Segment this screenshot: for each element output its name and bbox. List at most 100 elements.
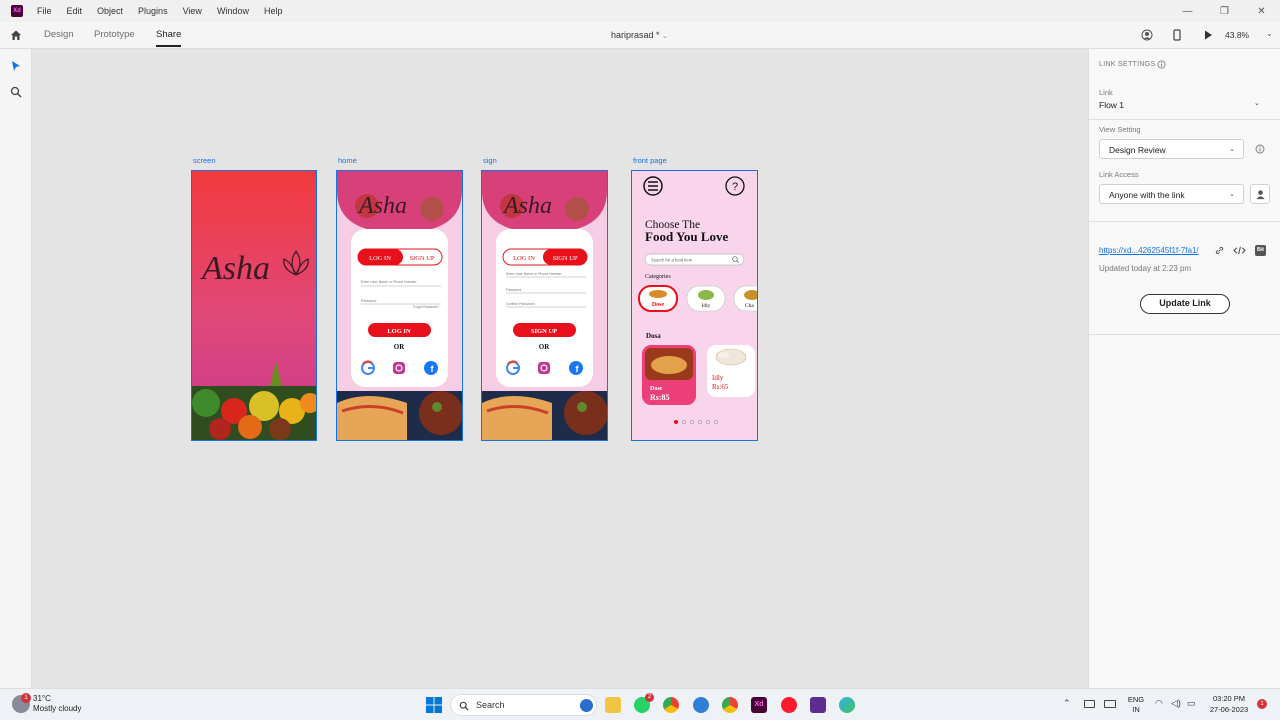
category-chip-cha[interactable]: Cha [733, 285, 757, 312]
windows-taskbar: 1 31°C Mostly cloudy Search 2 Xd ⌃ ENG I… [0, 688, 1280, 720]
food-card-idly[interactable]: Idly Rs:65 [707, 345, 755, 397]
username-field[interactable]: Enter User Name or Phone Number [506, 272, 562, 276]
whatsapp-badge: 2 [645, 693, 654, 702]
info-icon[interactable] [1255, 144, 1265, 154]
battery-icon[interactable]: ▭ [1187, 698, 1196, 709]
display-icon[interactable] [1104, 700, 1116, 708]
artboard-front-page[interactable]: ? Choose The Food You Love Search for a … [631, 170, 758, 441]
username-field[interactable]: Enter User Name or Phone Number [361, 280, 417, 284]
weather-badge: 1 [21, 693, 31, 703]
food-search-placeholder: Search for a food item [651, 258, 693, 263]
opera-icon[interactable] [781, 697, 797, 713]
keyboard-icon[interactable] [1084, 700, 1095, 708]
clock-date[interactable]: 27-06-2023 [1205, 705, 1253, 714]
facebook-icon[interactable]: f [424, 361, 438, 375]
tab-share[interactable]: Share [156, 29, 182, 47]
notification-badge[interactable]: 1 [1257, 699, 1267, 709]
zoom-level[interactable]: 43.8% [1225, 30, 1249, 40]
asha-logo-text: Asha [502, 193, 552, 219]
password-field[interactable]: Password [361, 299, 376, 303]
menu-file[interactable]: File [37, 6, 52, 16]
instagram-icon[interactable] [538, 362, 550, 374]
copy-link-icon[interactable] [1214, 245, 1225, 256]
category-chip-idly[interactable]: Idly [686, 285, 726, 312]
update-link-button[interactable]: Update Link [1140, 294, 1230, 314]
minimize-icon[interactable]: — [1169, 0, 1206, 22]
artboard-sign[interactable]: Asha LOG IN SIGN UP Enter User Name or P… [481, 170, 608, 441]
food-platter-image [482, 391, 607, 440]
link-access-label: Link Access [1099, 170, 1139, 179]
edge-icon[interactable] [839, 697, 855, 713]
heading-line2: Food You Love [645, 229, 729, 244]
chevron-down-icon: ⌄ [1229, 146, 1235, 153]
category-chip-dose[interactable]: Dose [638, 285, 678, 312]
artboard-label-sign[interactable]: sign [483, 156, 497, 165]
view-setting-dropdown[interactable]: Design Review ⌄ [1099, 139, 1244, 159]
password-field[interactable]: Password [506, 288, 521, 292]
menu-plugins[interactable]: Plugins [138, 6, 168, 16]
select-tool-icon[interactable] [11, 60, 21, 72]
tab-design[interactable]: Design [44, 29, 74, 40]
food-card-dose[interactable]: Dose Rs:85 [642, 345, 696, 405]
menu-window[interactable]: Window [217, 6, 249, 16]
behance-icon[interactable]: Bē [1255, 245, 1266, 256]
language-indicator[interactable]: ENG [1126, 695, 1146, 704]
embed-code-icon[interactable] [1233, 245, 1246, 256]
weather-desc[interactable]: Mostly cloudy [33, 704, 81, 713]
forgot-password-link[interactable]: Forgot Password? [413, 305, 439, 309]
wifi-icon[interactable]: ◠ [1155, 698, 1163, 709]
weather-temp[interactable]: 31°C [33, 694, 51, 703]
signup-tab-label[interactable]: SIGN UP [409, 255, 434, 262]
svg-text:Rs:65: Rs:65 [712, 383, 729, 391]
visual-studio-icon[interactable] [810, 697, 826, 713]
artboard-label-home[interactable]: home [338, 156, 357, 165]
artboard-screen[interactable]: Asha [191, 170, 317, 441]
close-icon[interactable]: ✕ [1243, 0, 1280, 22]
share-panel: LINK SETTINGS Link Flow 1 ⌄ View Setting… [1088, 49, 1280, 688]
clock-time[interactable]: 03:20 PM [1205, 694, 1253, 703]
menu-help[interactable]: Help [264, 6, 283, 16]
adobe-xd-taskbar-icon[interactable]: Xd [751, 697, 767, 713]
confirm-password-field[interactable]: Confirm Password [506, 302, 535, 306]
link-label: Link [1099, 88, 1113, 97]
device-preview-icon[interactable] [1171, 29, 1183, 41]
xd-logo-icon: Xd [11, 5, 23, 17]
facebook-icon[interactable]: f [569, 361, 583, 375]
tray-chevron-icon[interactable]: ⌃ [1063, 698, 1071, 709]
taskbar-search[interactable]: Search [450, 694, 597, 716]
volume-icon[interactable]: ◁) [1171, 698, 1181, 709]
bing-icon[interactable] [580, 699, 593, 712]
user-icon[interactable] [1141, 29, 1153, 41]
mode-toolbar: Design Prototype Share hariprasad * ⌄ 43… [0, 22, 1280, 49]
artboard-home[interactable]: Asha LOG IN SIGN UP Enter User Name or P… [336, 170, 463, 441]
document-title[interactable]: hariprasad * ⌄ [611, 30, 668, 40]
restore-icon[interactable]: ❐ [1206, 0, 1243, 22]
edge-dev-icon[interactable] [693, 697, 709, 713]
link-access-dropdown[interactable]: Anyone with the link ⌄ [1099, 184, 1244, 204]
login-tab-label[interactable]: LOG IN [513, 255, 535, 262]
artboard-label-screen[interactable]: screen [193, 156, 216, 165]
instagram-icon[interactable] [393, 362, 405, 374]
search-icon [459, 701, 469, 711]
zoom-chevron-icon[interactable]: ⌄ [1266, 29, 1273, 38]
file-explorer-icon[interactable] [605, 697, 621, 713]
link-select[interactable]: Flow 1 [1099, 100, 1124, 110]
artboard-label-front-page[interactable]: front page [633, 156, 667, 165]
menu-view[interactable]: View [183, 6, 202, 16]
menu-edit[interactable]: Edit [67, 6, 83, 16]
tab-prototype[interactable]: Prototype [94, 29, 135, 40]
region-indicator[interactable]: IN [1126, 705, 1146, 714]
home-icon[interactable] [10, 29, 22, 41]
chrome-icon[interactable] [663, 697, 679, 713]
chrome-profile-icon[interactable] [722, 697, 738, 713]
share-link-url[interactable]: https://xd...4262545f1f-7fa1/ [1099, 246, 1199, 255]
chevron-down-icon[interactable]: ⌄ [1254, 99, 1260, 107]
invite-button[interactable] [1250, 184, 1270, 204]
play-icon[interactable] [1202, 29, 1214, 41]
menu-object[interactable]: Object [97, 6, 123, 16]
updated-text: Updated today at 2:23 pm [1099, 264, 1192, 273]
windows-start-icon[interactable] [426, 697, 442, 713]
search-icon[interactable] [10, 86, 22, 98]
categories-title: Categories [645, 274, 671, 280]
info-icon[interactable] [1157, 60, 1166, 69]
